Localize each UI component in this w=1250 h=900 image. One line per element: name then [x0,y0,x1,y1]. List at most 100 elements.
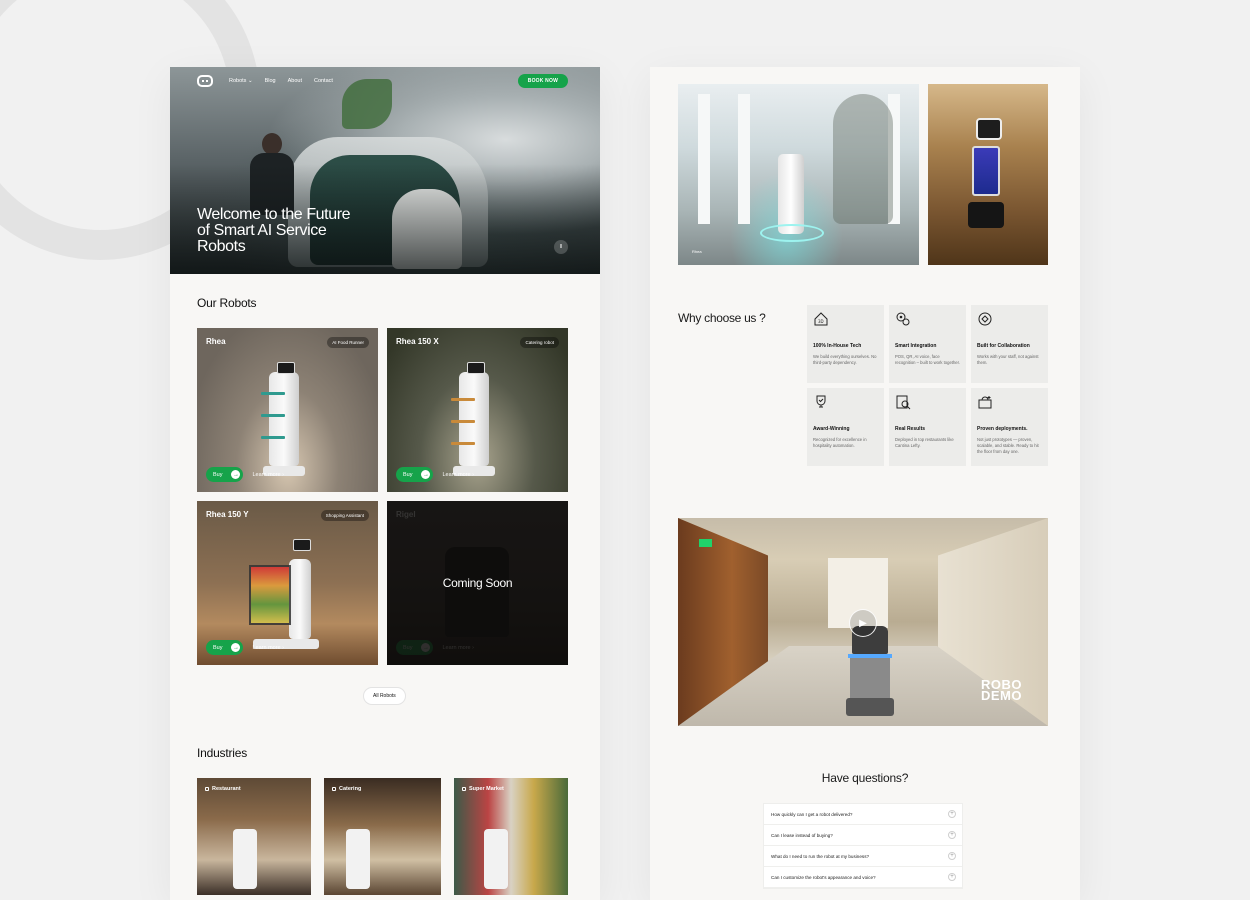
industry-icon [205,787,209,791]
buy-button[interactable]: Buy → [206,467,244,482]
card-actions: Buy → Learn more › [396,467,474,482]
feature-card: Award-Winning Recognized for excellence … [807,388,884,466]
robot-tag: Catering robot [520,337,559,348]
industry-label-text: Super Market [469,786,504,792]
faq-question: How quickly can I get a robot delivered? [771,811,853,817]
robot-demo-video[interactable]: ▶ ROBO DEMO [678,518,1048,726]
nav-links: Robots ⌄ Blog About Contact [229,78,333,84]
industry-card-restaurant[interactable]: Restaurant [197,778,311,895]
robot-card-rhea[interactable]: Rhea AI Food Runner Buy → Learn more › [197,328,378,492]
deploy-icon [978,396,992,409]
plus-icon[interactable]: + [948,810,956,818]
learn-more-link[interactable]: Learn more › [442,472,474,478]
robot-image [259,362,307,476]
collaboration-icon [978,312,992,326]
faq-item[interactable]: What do I need to run the robot at my bu… [764,846,962,867]
feature-card: Built for Collaboration Works with your … [971,305,1048,383]
landing-page-left: Robots ⌄ Blog About Contact BOOK NOW Wel… [170,67,600,900]
robot-tag: Shopping Assistant [320,510,369,521]
nav-link-robots[interactable]: Robots ⌄ [229,78,253,84]
feature-desc: We build everything ourselves. No third-… [813,354,877,365]
gears-icon [896,312,910,326]
arrow-right-icon: → [231,643,241,652]
robot-grid: Rhea AI Food Runner Buy → Learn more › R… [197,328,569,665]
industry-label-text: Restaurant [212,786,241,792]
buy-button[interactable]: Buy → [206,640,244,655]
feature-card: 3D 100% In-House Tech We build everythin… [807,305,884,383]
trophy-icon [816,395,826,408]
nav-link-blog[interactable]: Blog [265,78,276,84]
industries-section-title: Industries [197,746,248,760]
industry-card-supermarket[interactable]: Super Market [454,778,568,895]
buy-label: Buy [213,644,223,651]
plus-icon[interactable]: + [948,831,956,839]
nav-link-about[interactable]: About [288,78,302,84]
faq-item[interactable]: How quickly can I get a robot delivered?… [764,804,962,825]
robots-section-title: Our Robots [197,296,257,310]
svg-text:3D: 3D [818,319,824,324]
buy-button[interactable]: Buy → [396,467,434,482]
robot-interior-photo [928,84,1048,265]
feature-desc: Recognized for excellence in hospitality… [813,437,867,448]
photo-caption: Rhea [692,249,702,254]
faq-item[interactable]: Can I lease instead of buying? + [764,825,962,846]
faq-question: Can I customize the robot's appearance a… [771,874,876,880]
robot-name: Rhea 150 X [396,337,439,346]
industry-label-text: Catering [339,786,362,792]
faq-question: Can I lease instead of buying? [771,832,833,838]
feature-desc: Works with your staff, not against them. [977,354,1039,365]
feature-title: Smart Integration [895,343,937,349]
robot-card-rhea-150x[interactable]: Rhea 150 X Catering robot Buy → Learn mo… [387,328,568,492]
feature-desc: POS, QR, AI voice, face recognition – bu… [895,354,960,365]
robot-card-rhea-150y[interactable]: Rhea 150 Y Shopping Assistant Buy → Lear… [197,501,378,665]
robot-logo-icon[interactable] [197,75,213,87]
all-robots-button[interactable]: All Robots [363,687,406,705]
robot-image [249,535,319,649]
buy-label: Buy [213,471,223,478]
learn-more-link[interactable]: Learn more › [252,645,284,651]
industry-icon [462,787,466,791]
why-choose-title: Why choose us ? [678,311,766,325]
faq-item[interactable]: Can I customize the robot's appearance a… [764,867,962,888]
plus-icon[interactable]: + [948,873,956,881]
robo-demo-label: ROBO DEMO [981,678,1022,703]
robot-lobby-photo: Rhea [678,84,919,265]
feature-grid: 3D 100% In-House Tech We build everythin… [807,305,1048,466]
feature-title: Award-Winning [813,426,850,432]
industry-label: Restaurant [205,786,241,792]
feature-desc: Not just prototypes — proven, scalable, … [977,437,1039,454]
robo-demo-line2: DEMO [981,688,1022,703]
chart-search-icon [896,395,911,410]
learn-more-link[interactable]: Learn more › [252,472,284,478]
landing-page-right: Rhea Why choose us ? 3D 100% In-House Te… [650,67,1080,900]
plus-icon[interactable]: + [948,852,956,860]
hero-person-head [262,133,282,155]
book-now-button[interactable]: BOOK NOW [517,74,568,88]
nav-link-contact[interactable]: Contact [314,78,333,84]
robot-name: Rhea 150 Y [206,510,249,519]
faq-question: What do I need to run the robot at my bu… [771,853,870,859]
arrow-right-icon: → [231,470,241,479]
pause-button[interactable]: II [554,240,568,254]
feature-title: Proven deployments. [977,426,1028,432]
play-icon[interactable]: ▶ [849,609,877,637]
card-actions: Buy → Learn more › [206,640,284,655]
robot-name: Rhea [206,337,226,346]
industry-card-catering[interactable]: Catering [324,778,441,895]
house-3d-icon: 3D [814,312,828,326]
feature-desc: Deployed in top restaurants like Cantina… [895,437,954,448]
exit-sign-icon [699,539,712,547]
coming-soon-overlay: Coming Soon [387,501,568,665]
top-nav: Robots ⌄ Blog About Contact BOOK NOW [197,74,568,88]
industry-icon [332,787,336,791]
robot-tag: AI Food Runner [327,337,369,348]
industry-robot-image [484,829,508,889]
faq-title: Have questions? [821,771,909,785]
industries-row: Restaurant Catering Super Market [197,778,569,895]
arrow-right-icon: → [421,470,431,479]
coming-soon-label: Coming Soon [442,576,513,590]
industry-label: Super Market [462,786,504,792]
industry-robot-image [346,829,370,889]
industry-label: Catering [332,786,361,792]
buy-label: Buy [403,471,413,478]
